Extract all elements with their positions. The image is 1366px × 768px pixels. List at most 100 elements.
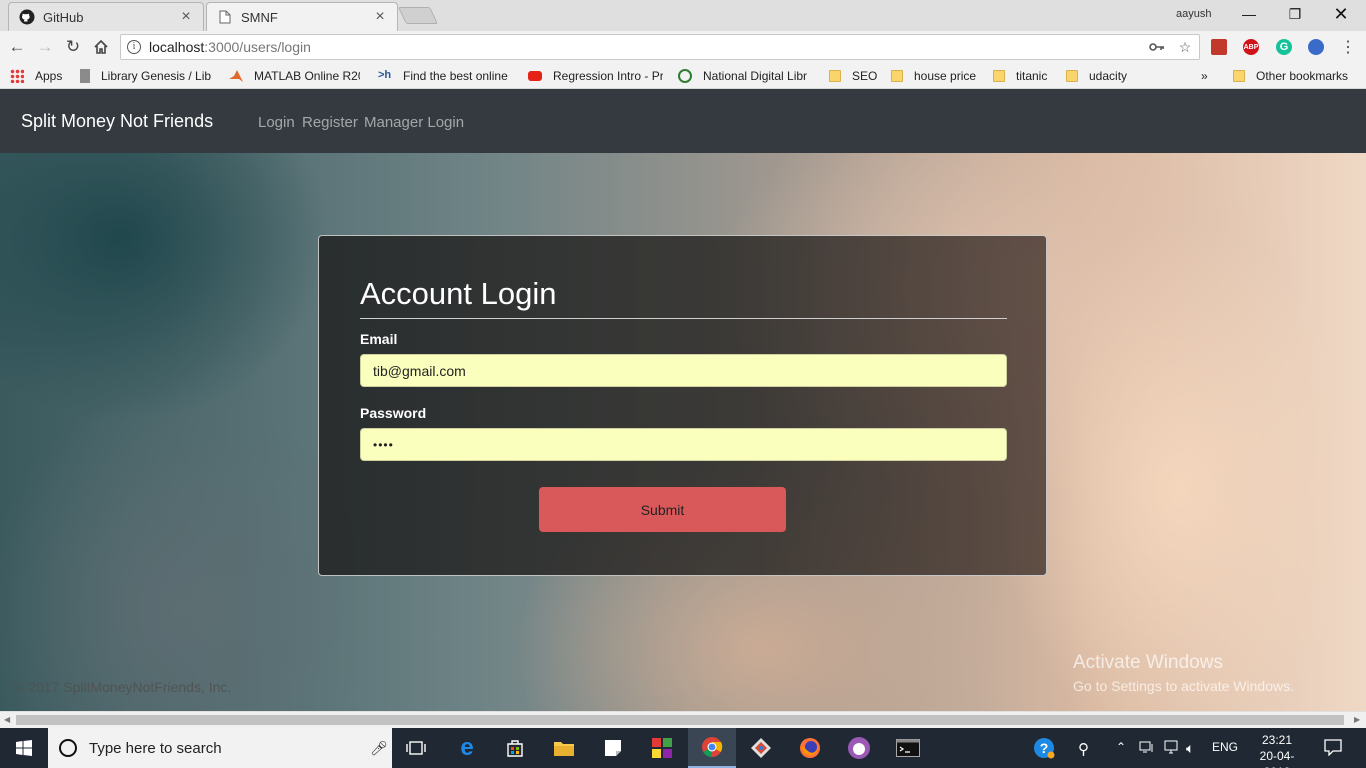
scroll-left-icon[interactable]: ◀ [4,715,10,724]
app-navbar: Split Money Not Friends Login Register M… [0,89,1366,153]
folder-icon [993,70,1005,82]
edge-icon[interactable]: e [443,728,491,768]
bookmark-udacity[interactable]: udacity [1066,67,1127,85]
adblock-icon[interactable]: ABP [1243,39,1259,55]
bookmark-titanic[interactable]: titanic [993,67,1047,85]
close-window-icon[interactable]: ✕ [1318,0,1364,28]
login-card: Account Login Email tib@gmail.com Passwo… [318,235,1047,576]
github-desktop-icon[interactable] [835,728,883,768]
folder-icon [829,70,841,82]
task-view-icon[interactable] [392,728,440,768]
restore-icon[interactable]: ❐ [1272,0,1318,28]
nav-login-link[interactable]: Login [258,114,295,131]
tab-title: SMNF [241,9,278,25]
bookmark-house-price[interactable]: house price [891,67,976,85]
folder-icon [891,70,903,82]
clock-time: 23:21 [1261,733,1293,747]
apps-grid-icon [10,69,24,83]
network-icon[interactable] [1139,740,1155,757]
bookmark-apps[interactable]: Apps [10,67,62,85]
gitkraken-icon[interactable] [737,728,785,768]
login-title: Account Login [360,276,557,311]
github-icon [19,9,35,25]
chrome-icon[interactable] [688,728,736,768]
firefox-icon[interactable] [786,728,834,768]
book-icon [80,69,90,83]
taskbar-clock[interactable]: 23:21 20-04-2018 [1248,732,1306,768]
bookmark-find-best[interactable]: >h Find the best online [378,67,512,85]
browser-tab-strip: GitHub × SMNF × aayush — ❐ ✕ [0,0,1366,31]
svg-text:?: ? [1040,740,1049,756]
url-text[interactable]: localhost:3000/users/login [149,39,1143,55]
footer-copyright: © 2017 SplitMoneyNotFriends, Inc. [14,679,232,695]
people-icon[interactable]: ⚲ [1078,740,1089,758]
store-icon[interactable] [491,728,539,768]
windows-start-icon[interactable] [0,728,48,768]
brand-link[interactable]: Split Money Not Friends [21,111,213,132]
scroll-right-icon[interactable]: ▶ [1354,715,1360,724]
ethernet-icon[interactable] [1163,740,1179,757]
submit-button[interactable]: Submit [539,487,786,532]
extension-globe-icon[interactable] [1308,39,1324,55]
new-tab-button[interactable] [398,7,438,24]
tab-github[interactable]: GitHub × [8,2,204,31]
nav-manager-login-link[interactable]: Manager Login [364,114,464,131]
back-arrow-icon[interactable]: ← [5,35,29,59]
show-hidden-icons-chevron[interactable]: ⌃ [1116,740,1126,754]
key-icon[interactable] [1143,39,1171,55]
volume-icon[interactable]: 🔈︎ [1186,740,1194,757]
bookmark-seo[interactable]: SEO [829,67,877,85]
bookmark-library-genesis[interactable]: Library Genesis / Lib [80,67,214,85]
folder-icon [1066,70,1078,82]
bookmark-matlab[interactable]: MATLAB Online R20 [229,67,360,85]
minimize-icon[interactable]: — [1226,0,1272,28]
email-field[interactable]: tib@gmail.com [360,354,1007,387]
nav-register-link[interactable]: Register [302,114,358,131]
title-divider [360,318,1007,319]
windows-taskbar: Type here to search 🎤︎ e ? ⚲ ⌃ 🔈︎ ENG 23… [0,728,1366,768]
watermark-subtitle: Go to Settings to activate Windows. [1073,678,1294,694]
tab-title: GitHub [43,9,84,25]
bookmark-regression[interactable]: Regression Intro - Pr [528,67,663,85]
other-bookmarks[interactable]: Other bookmarks [1233,67,1348,85]
password-label: Password [360,405,427,421]
help-icon[interactable]: ? [1033,737,1055,762]
bookmark-ndl[interactable]: National Digital Libr [678,67,815,85]
bookmark-ext-icon[interactable] [1211,39,1227,55]
browser-toolbar: ← → ↻ i localhost:3000/users/login ☆ ABP… [0,31,1366,63]
office-tiles-icon[interactable] [638,728,686,768]
file-explorer-icon[interactable] [540,728,588,768]
tab-smnf[interactable]: SMNF × [206,2,398,31]
reload-icon[interactable]: ↻ [61,35,85,59]
scrollbar-thumb[interactable] [16,715,1344,725]
sticky-notes-icon[interactable] [589,728,637,768]
action-center-icon[interactable] [1324,738,1342,759]
password-field[interactable]: •••• [360,428,1007,461]
address-bar[interactable]: i localhost:3000/users/login ☆ [120,34,1200,60]
ndl-icon [678,69,692,83]
horizontal-scrollbar[interactable]: ◀ ▶ [0,711,1366,728]
profile-name[interactable]: aayush [1176,8,1211,20]
home-icon[interactable] [89,35,113,59]
taskbar-search-placeholder: Type here to search [89,739,222,757]
language-indicator[interactable]: ENG [1212,740,1238,754]
close-tab-icon[interactable]: × [179,8,193,26]
star-icon[interactable]: ☆ [1171,39,1199,56]
taskbar-search-box[interactable]: Type here to search 🎤︎ [48,728,392,768]
clock-date: 20-04-2018 [1259,749,1295,768]
more-bookmarks-button[interactable]: » [1201,67,1208,85]
activate-windows-watermark: Activate Windows Go to Settings to activ… [1073,652,1294,694]
menu-kebab-icon[interactable]: ⋮ [1336,35,1360,59]
page-content: Split Money Not Friends Login Register M… [0,89,1366,711]
watermark-title: Activate Windows [1073,652,1223,673]
email-label: Email [360,331,398,347]
page-icon [217,9,233,25]
youtube-icon [528,71,542,81]
grammarly-icon[interactable]: G [1276,39,1292,55]
close-tab-icon[interactable]: × [373,8,387,26]
microphone-icon[interactable]: 🎤︎ [366,740,392,757]
terminal-app-icon[interactable] [884,728,932,768]
terminal-icon: >h [378,69,392,81]
forward-arrow-icon[interactable]: → [33,35,57,59]
info-icon[interactable]: i [127,40,141,54]
